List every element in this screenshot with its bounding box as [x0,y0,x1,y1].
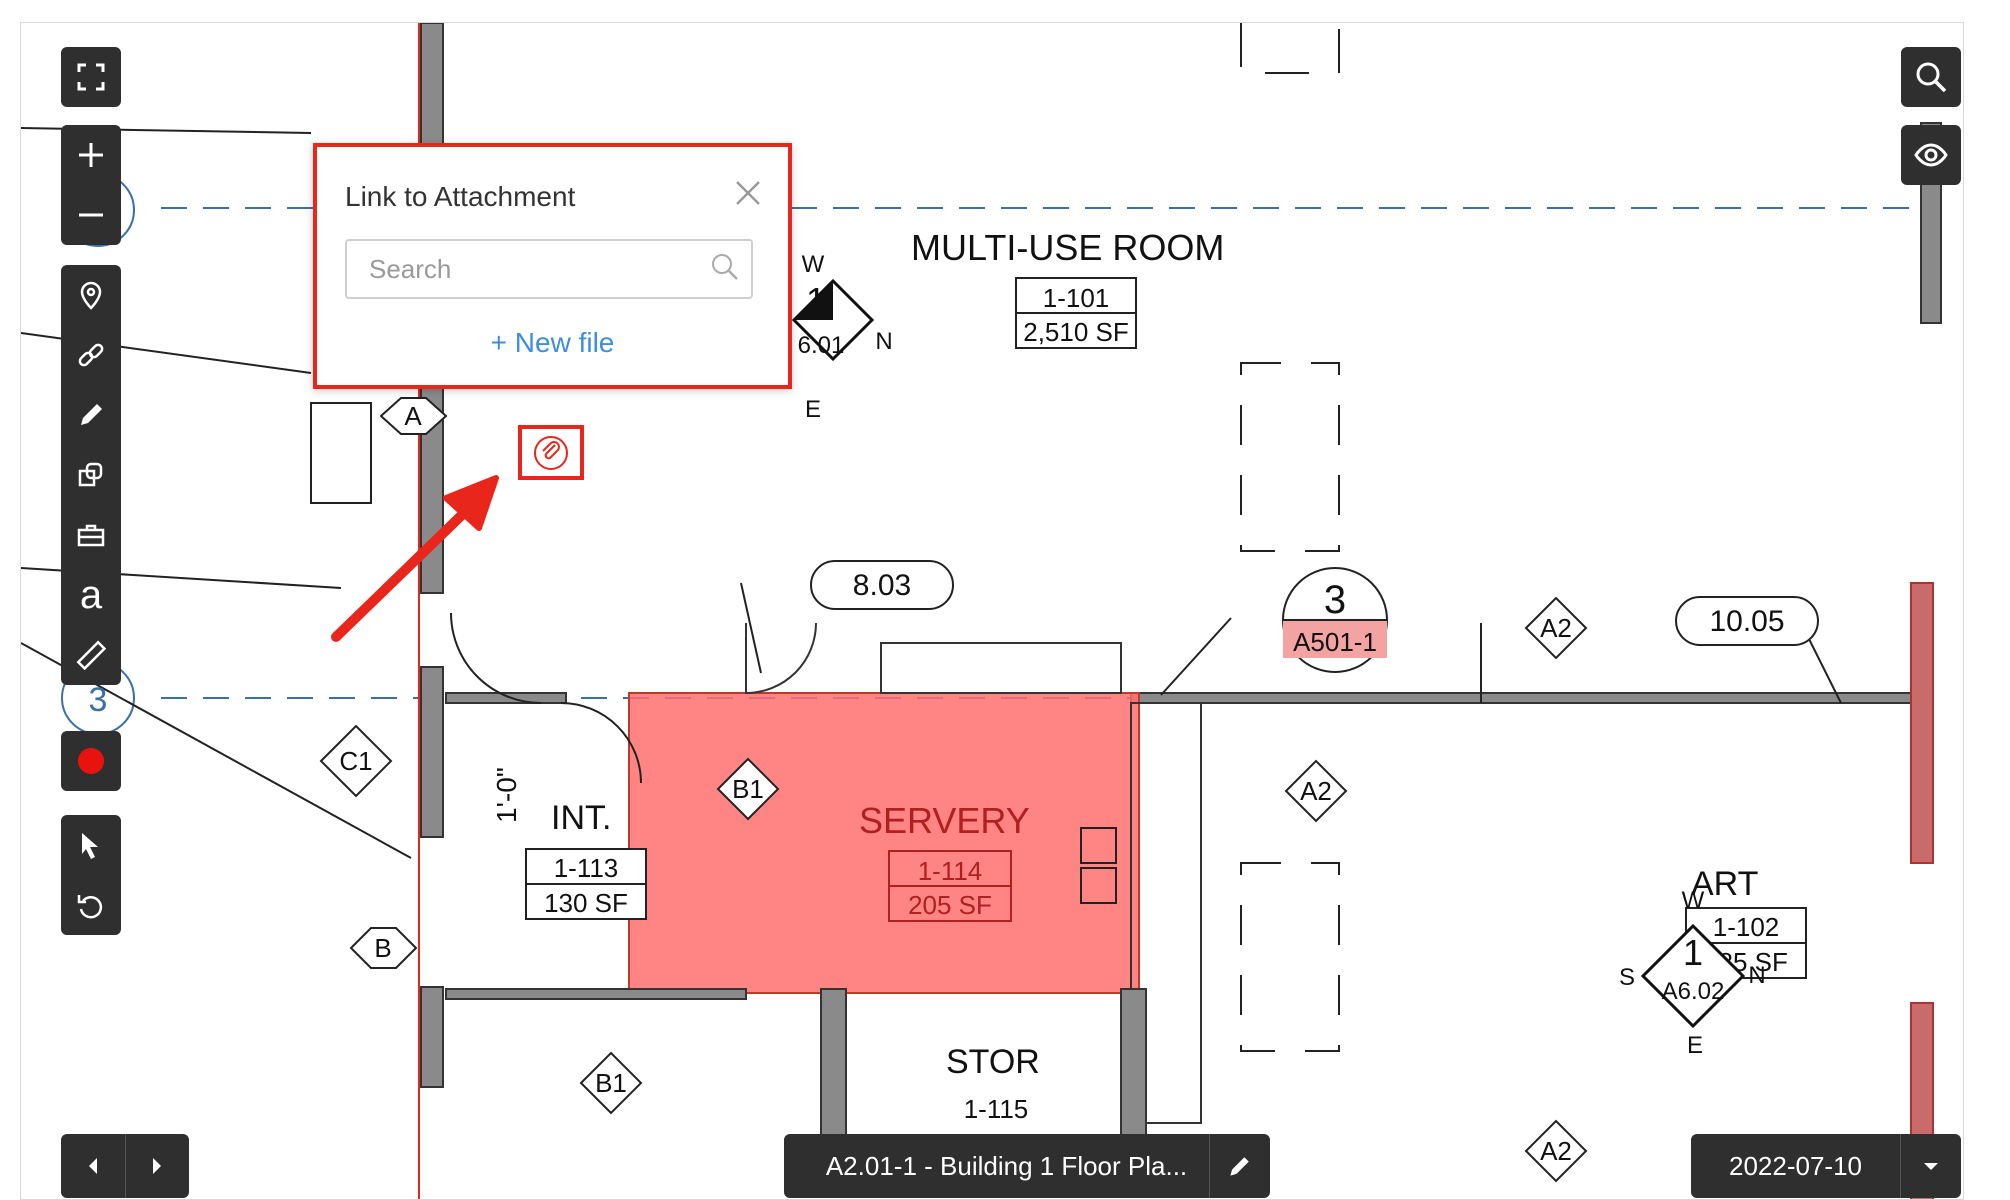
shapes-icon [78,462,103,487]
room-number-servery: 1-114 [918,856,983,886]
pointer-icon [82,833,98,859]
callout-10-05: 10.05 [1709,605,1784,638]
tag-c1: C1 [339,746,372,776]
zoom-in-button[interactable] [61,125,121,185]
revision-date: 2022-07-10 [1729,1150,1862,1181]
paperclip-icon [534,435,568,470]
fullscreen-group [61,47,121,107]
text-icon: a [79,573,103,617]
tag-a2-bottom: A2 [1540,1136,1572,1166]
fullscreen-button[interactable] [61,47,121,107]
pin-tool-button[interactable] [61,265,121,325]
new-file-link[interactable]: + New file [317,327,788,359]
link-tool-button[interactable] [61,325,121,385]
room-number-stor: 1-115 [964,1094,1029,1124]
elevation-2-number: 1 [1683,932,1703,973]
fullscreen-icon [77,63,105,91]
room-area-int: 130 SF [544,888,628,918]
callout-8-03: 8.03 [853,569,911,602]
record-button[interactable] [61,731,121,791]
shapes-tool-button[interactable] [61,445,121,505]
markup-tools-group: a [61,265,121,685]
zoom-out-button[interactable] [61,185,121,245]
elevation-1-number: 1 [806,280,826,321]
toolbox-icon [77,524,105,547]
room-number-art: 1-102 [1713,912,1780,942]
link-attachment-popup: Link to Attachment + New file [313,143,792,389]
detail-number: 3 [1324,578,1346,622]
tag-a: A [404,401,422,431]
previous-page-button[interactable] [61,1134,125,1198]
record-icon [78,748,104,774]
tag-b1-servery: B1 [732,774,764,804]
zoom-in-icon [79,143,103,167]
chevron-right-icon [153,1158,162,1174]
sheet-selector[interactable]: A2.01-1 - Building 1 Floor Pla... [784,1134,1270,1198]
zoom-group [61,125,121,245]
search-button[interactable] [1901,47,1961,107]
elevation-1-e: E [805,396,821,423]
elevation-1-sheet: 6.01 [798,332,845,359]
text-tool-button[interactable]: a [61,565,121,625]
dimension-label: 1'-0" [491,767,522,823]
toolbox-tool-button[interactable] [61,505,121,565]
elevation-2-w: W [1682,887,1705,914]
sheet-name: A2.01-1 - Building 1 Floor Pla... [825,1150,1188,1181]
undo-button[interactable] [61,875,121,935]
pencil-tool-button[interactable] [61,385,121,445]
grid-label-3: 3 [89,681,108,719]
tag-b: B [374,933,391,963]
date-dropdown-button[interactable] [1900,1134,1961,1198]
room-number-int: 1-113 [554,853,619,883]
search-icon [712,254,738,280]
search-icon [1916,62,1947,93]
elevation-2-s: S [1619,964,1635,991]
attachment-search-input[interactable] [345,239,753,299]
next-page-button[interactable] [124,1134,190,1198]
close-icon[interactable] [732,177,764,209]
undo-icon [77,895,103,919]
room-name-servery: SERVERY [859,800,1030,841]
elevation-2-sheet: A6.02 [1662,978,1725,1005]
detail-sheet-ref: A501-1 [1293,627,1377,657]
servery-highlight [628,692,1140,994]
zoom-out-icon [79,213,103,217]
elevation-1-w: W [802,251,825,278]
pencil-icon [1230,1157,1249,1176]
location-pin-icon [80,281,102,310]
popup-title: Link to Attachment [345,181,576,212]
room-name-multi-use: MULTI-USE ROOM [911,227,1224,268]
visibility-button[interactable] [1901,125,1961,185]
room-name-stor: STOR [946,1043,1040,1081]
date-selector[interactable]: 2022-07-10 [1691,1134,1961,1198]
room-name-int: INT. [551,799,611,837]
elevation-2-n: N [1748,962,1765,989]
ruler-tool-button[interactable] [61,625,121,685]
attachment-marker[interactable] [518,425,584,480]
pencil-icon [81,404,102,425]
caret-down-icon [1924,1163,1938,1170]
elevation-2-e: E [1687,1032,1703,1059]
tag-b1-lower: B1 [595,1068,627,1098]
edit-sheet-button[interactable] [1209,1134,1270,1198]
tag-a2-top: A2 [1540,613,1572,643]
tag-a2-middle: A2 [1300,776,1332,806]
eye-icon [1914,143,1948,167]
popup-tail [533,389,577,409]
link-icon [78,343,104,367]
chevron-left-icon [88,1158,97,1174]
record-group [61,731,121,791]
room-area-servery: 205 SF [908,890,992,920]
elevation-1-n: N [875,328,892,355]
ruler-icon [76,640,107,671]
page-nav-control [61,1134,189,1198]
pointer-tool-button[interactable] [61,815,121,875]
room-area-multi-use: 2,510 SF [1023,317,1129,347]
room-number-multi-use: 1-101 [1043,283,1110,313]
select-group [61,815,121,935]
drawing-viewer[interactable]: MULTI-USE ROOM 1-101 2,510 SF SERVERY 1-… [20,22,1964,1200]
